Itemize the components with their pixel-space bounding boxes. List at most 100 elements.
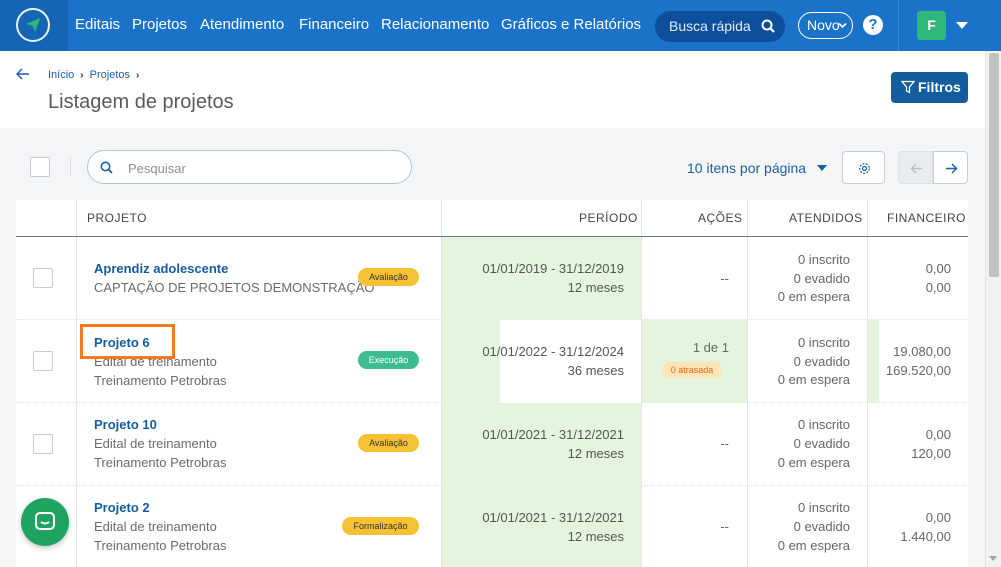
search-icon xyxy=(761,19,775,33)
row-checkbox[interactable] xyxy=(33,351,53,371)
quick-search-label: Busca rápida xyxy=(669,18,751,34)
financeiro-value-2: 120,00 xyxy=(911,446,951,461)
financeiro-value-1: 0,00 xyxy=(925,427,951,442)
atendidos-evadido: 0 evadido xyxy=(793,271,850,286)
avatar[interactable]: F xyxy=(917,11,946,40)
nav-relacionamento[interactable]: Relacionamento xyxy=(381,16,489,33)
atendidos-espera: 0 em espera xyxy=(777,455,850,470)
financeiro-value-2: 169.520,00 xyxy=(885,363,951,378)
logo-container[interactable] xyxy=(0,0,68,51)
toolbar-divider xyxy=(70,157,71,177)
atendidos-evadido: 0 evadido xyxy=(793,519,850,534)
period-range: 01/01/2021 - 31/12/2021 xyxy=(482,510,624,525)
page-header: Início › Projetos › Listagem de projetos… xyxy=(0,51,985,128)
filters-button[interactable]: Filtros xyxy=(891,72,968,103)
atendidos-evadido: 0 evadido xyxy=(793,354,850,369)
actions-value: 1 de 1 xyxy=(692,340,729,355)
nav-projetos[interactable]: Projetos xyxy=(132,16,187,33)
breadcrumb-projetos[interactable]: Projetos xyxy=(90,69,130,81)
quick-search-button[interactable]: Busca rápida xyxy=(655,11,785,42)
breadcrumb: Início › Projetos › xyxy=(48,69,139,81)
scroll-down-icon[interactable] xyxy=(989,556,997,561)
previous-page-button[interactable] xyxy=(898,151,933,184)
period-range: 01/01/2022 - 31/12/2024 xyxy=(482,344,624,359)
project-title-link[interactable]: Projeto 10 xyxy=(94,417,157,432)
next-page-button[interactable] xyxy=(933,151,968,184)
help-icon[interactable]: ? xyxy=(863,15,883,35)
nav-atendimento[interactable]: Atendimento xyxy=(200,16,284,33)
nav-editais[interactable]: Editais xyxy=(75,16,120,33)
filters-label: Filtros xyxy=(918,79,961,95)
chat-icon xyxy=(35,512,55,530)
caret-down-icon[interactable] xyxy=(817,165,827,171)
chevron-down-icon xyxy=(838,22,847,29)
project-subtitle-2: Treinamento Petrobras xyxy=(94,455,227,470)
financeiro-cell-bg xyxy=(868,320,879,403)
status-badge: Avaliação xyxy=(358,434,419,452)
vertical-scrollbar[interactable] xyxy=(985,51,1001,567)
row-checkbox[interactable] xyxy=(33,268,53,288)
column-header-acoes[interactable]: AÇÕES xyxy=(698,200,743,237)
atendidos-inscrito: 0 inscrito xyxy=(797,335,850,350)
row-checkbox[interactable] xyxy=(33,434,53,454)
project-subtitle: CAPTAÇÃO DE PROJETOS DEMONSTRAÇÃO xyxy=(94,280,375,295)
scrollbar-thumb[interactable] xyxy=(989,53,999,277)
project-title-link[interactable]: Aprendiz adolescente xyxy=(94,261,228,276)
select-all-checkbox[interactable] xyxy=(30,157,50,177)
period-range: 01/01/2019 - 31/12/2019 xyxy=(482,261,624,276)
financeiro-value-2: 1.440,00 xyxy=(900,529,951,544)
nav-graficos-relatorios[interactable]: Gráficos e Relatórios xyxy=(501,16,641,33)
nav-financeiro[interactable]: Financeiro xyxy=(299,16,369,33)
table-row[interactable]: Projeto 2 Edital de treinamento Treiname… xyxy=(16,486,968,567)
atendidos-espera: 0 em espera xyxy=(777,289,850,304)
items-per-page-select[interactable]: 10 itens por página xyxy=(687,160,806,176)
back-arrow-icon[interactable] xyxy=(15,66,31,82)
period-duration: 12 meses xyxy=(567,529,624,544)
arrow-left-icon xyxy=(910,163,922,174)
filter-icon xyxy=(901,80,915,94)
table-row[interactable]: Projeto 10 Edital de treinamento Treinam… xyxy=(16,403,968,486)
project-subtitle-2: Treinamento Petrobras xyxy=(94,373,227,388)
financeiro-value-1: 19.080,00 xyxy=(893,344,951,359)
column-header-atendidos[interactable]: ATENDIDOS xyxy=(789,200,863,237)
projects-table: PROJETO PERÍODO AÇÕES ATENDIDOS FINANCEI… xyxy=(16,200,968,567)
gear-icon xyxy=(859,163,870,174)
financeiro-value-1: 0,00 xyxy=(925,510,951,525)
caret-down-icon[interactable] xyxy=(956,22,968,29)
novo-label: Novo xyxy=(807,17,840,33)
late-actions-badge: 0 atrasada xyxy=(662,362,722,378)
period-cell: 01/01/2022 - 31/12/2024 36 meses xyxy=(442,320,624,403)
actions-value: -- xyxy=(720,436,729,451)
project-title-link[interactable]: Projeto 2 xyxy=(94,500,150,515)
period-duration: 12 meses xyxy=(567,446,624,461)
chat-button[interactable] xyxy=(21,498,69,546)
novo-dropdown-button[interactable]: Novo xyxy=(798,12,853,39)
atendidos-inscrito: 0 inscrito xyxy=(797,500,850,515)
search-icon xyxy=(100,161,113,174)
settings-button[interactable] xyxy=(842,151,885,184)
breadcrumb-inicio[interactable]: Início xyxy=(48,69,74,81)
navbar-divider xyxy=(898,0,899,51)
page-title: Listagem de projetos xyxy=(48,91,234,113)
period-duration: 36 meses xyxy=(567,363,624,378)
app-logo-icon xyxy=(16,8,50,42)
top-navbar: Editais Projetos Atendimento Financeiro … xyxy=(0,0,1001,51)
period-range: 01/01/2021 - 31/12/2021 xyxy=(482,427,624,442)
atendidos-inscrito: 0 inscrito xyxy=(797,417,850,432)
column-header-periodo[interactable]: PERÍODO xyxy=(579,200,638,237)
period-duration: 12 meses xyxy=(567,280,624,295)
actions-value: -- xyxy=(720,519,729,534)
table-row[interactable]: Aprendiz adolescente CAPTAÇÃO DE PROJETO… xyxy=(16,237,968,320)
period-cell: 01/01/2021 - 31/12/2021 12 meses xyxy=(442,403,624,486)
atendidos-evadido: 0 evadido xyxy=(793,436,850,451)
status-badge: Formalização xyxy=(342,517,419,535)
column-header-projeto[interactable]: PROJETO xyxy=(87,200,147,237)
period-cell: 01/01/2019 - 31/12/2019 12 meses xyxy=(442,237,624,320)
status-badge: Execução xyxy=(358,351,419,369)
search-field xyxy=(87,150,412,184)
actions-value: -- xyxy=(720,271,729,286)
column-header-financeiro[interactable]: FINANCEIRO xyxy=(887,200,966,237)
project-subtitle-2: Treinamento Petrobras xyxy=(94,538,227,553)
project-subtitle: Edital de treinamento xyxy=(94,436,217,451)
search-input[interactable] xyxy=(128,159,388,177)
